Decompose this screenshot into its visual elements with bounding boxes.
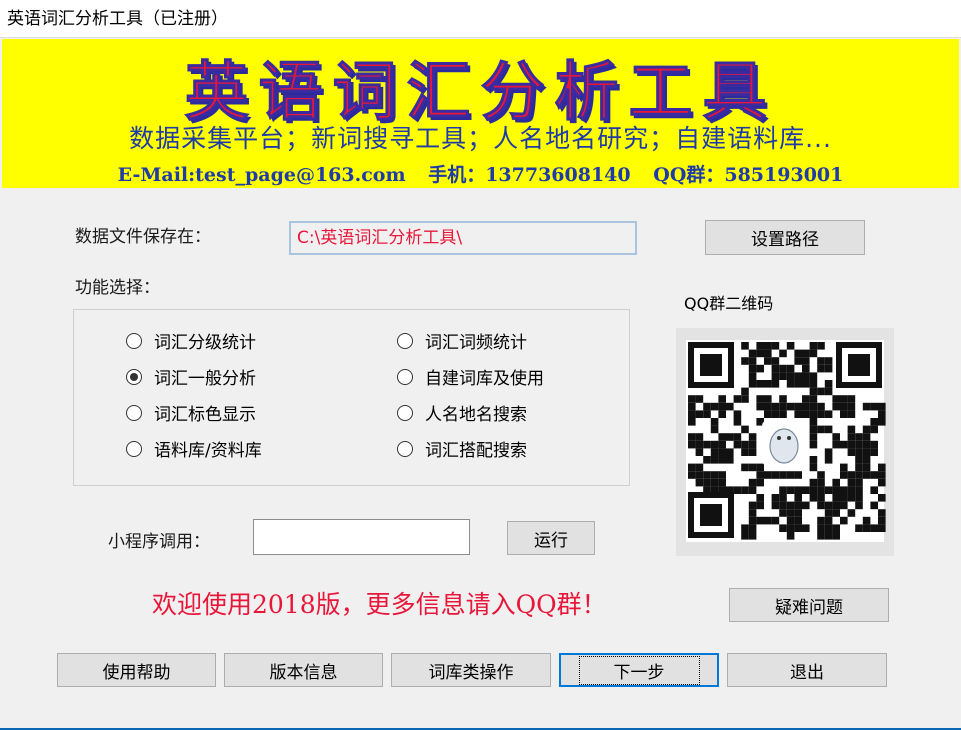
miniprogram-label: 小程序调用： bbox=[108, 532, 210, 552]
qr-label: QQ群二维码 bbox=[684, 294, 774, 313]
function-label: 功能选择： bbox=[75, 278, 160, 298]
radio-circle bbox=[126, 404, 142, 421]
radio-custom-lexicon[interactable]: 自建词库及使用 bbox=[397, 364, 544, 389]
help-button[interactable]: 使用帮助 bbox=[57, 653, 216, 687]
radio-circle bbox=[397, 440, 413, 457]
exit-button[interactable]: 退出 bbox=[727, 653, 887, 687]
radio-color-display[interactable]: 词汇标色显示 bbox=[126, 400, 256, 425]
radio-label: 语料库/资料库 bbox=[154, 441, 262, 461]
radio-label: 词汇分级统计 bbox=[154, 333, 256, 353]
next-step-label: 下一步 bbox=[578, 655, 700, 685]
miniprogram-input[interactable] bbox=[253, 519, 470, 555]
faq-button[interactable]: 疑难问题 bbox=[729, 588, 889, 622]
run-button[interactable]: 运行 bbox=[507, 521, 595, 555]
radio-label: 词汇一般分析 bbox=[154, 369, 256, 389]
radio-circle bbox=[126, 332, 142, 349]
version-button[interactable]: 版本信息 bbox=[224, 653, 383, 687]
radio-circle bbox=[126, 440, 142, 457]
radio-label: 词汇搭配搜索 bbox=[425, 441, 527, 461]
qr-code-image bbox=[676, 328, 894, 556]
radio-circle bbox=[397, 404, 413, 421]
radio-label: 人名地名搜索 bbox=[425, 405, 527, 425]
radio-label: 词汇词频统计 bbox=[425, 333, 527, 353]
next-step-button[interactable]: 下一步 bbox=[559, 653, 719, 687]
set-path-button[interactable]: 设置路径 bbox=[705, 220, 865, 255]
window-title: 英语词汇分析工具（已注册） bbox=[0, 0, 961, 38]
path-field[interactable]: C:\英语词汇分析工具\ bbox=[289, 221, 637, 255]
contact-phone: 手机：13773608140 bbox=[428, 164, 631, 186]
radio-circle bbox=[397, 332, 413, 349]
radio-vocab-grading[interactable]: 词汇分级统计 bbox=[126, 328, 256, 353]
banner-subtitle: 数据采集平台；新词搜寻工具；人名地名研究；自建语料库... bbox=[129, 124, 832, 153]
radio-circle-selected bbox=[126, 368, 142, 385]
path-label: 数据文件保存在： bbox=[75, 227, 211, 247]
header-banner: 英语词汇分析工具 数据采集平台；新词搜寻工具；人名地名研究；自建语料库... E… bbox=[2, 39, 959, 188]
radio-label: 自建词库及使用 bbox=[425, 369, 544, 389]
radio-general-analysis[interactable]: 词汇一般分析 bbox=[126, 364, 256, 389]
banner-contact: E-Mail:test_page@163.com 手机：13773608140 … bbox=[2, 160, 959, 187]
radio-word-frequency[interactable]: 词汇词频统计 bbox=[397, 328, 527, 353]
radio-corpus[interactable]: 语料库/资料库 bbox=[126, 436, 262, 461]
radio-name-place-search[interactable]: 人名地名搜索 bbox=[397, 400, 527, 425]
welcome-message: 欢迎使用2018版，更多信息请入QQ群！ bbox=[152, 590, 607, 619]
library-operations-button[interactable]: 词库类操作 bbox=[391, 653, 551, 687]
qr-code-icon bbox=[676, 328, 894, 556]
radio-collocation-search[interactable]: 词汇搭配搜索 bbox=[397, 436, 527, 461]
radio-label: 词汇标色显示 bbox=[154, 405, 256, 425]
radio-circle bbox=[397, 368, 413, 385]
contact-qq-group: QQ群：585193001 bbox=[653, 164, 844, 186]
contact-email: E-Mail:test_page@163.com bbox=[117, 164, 406, 186]
